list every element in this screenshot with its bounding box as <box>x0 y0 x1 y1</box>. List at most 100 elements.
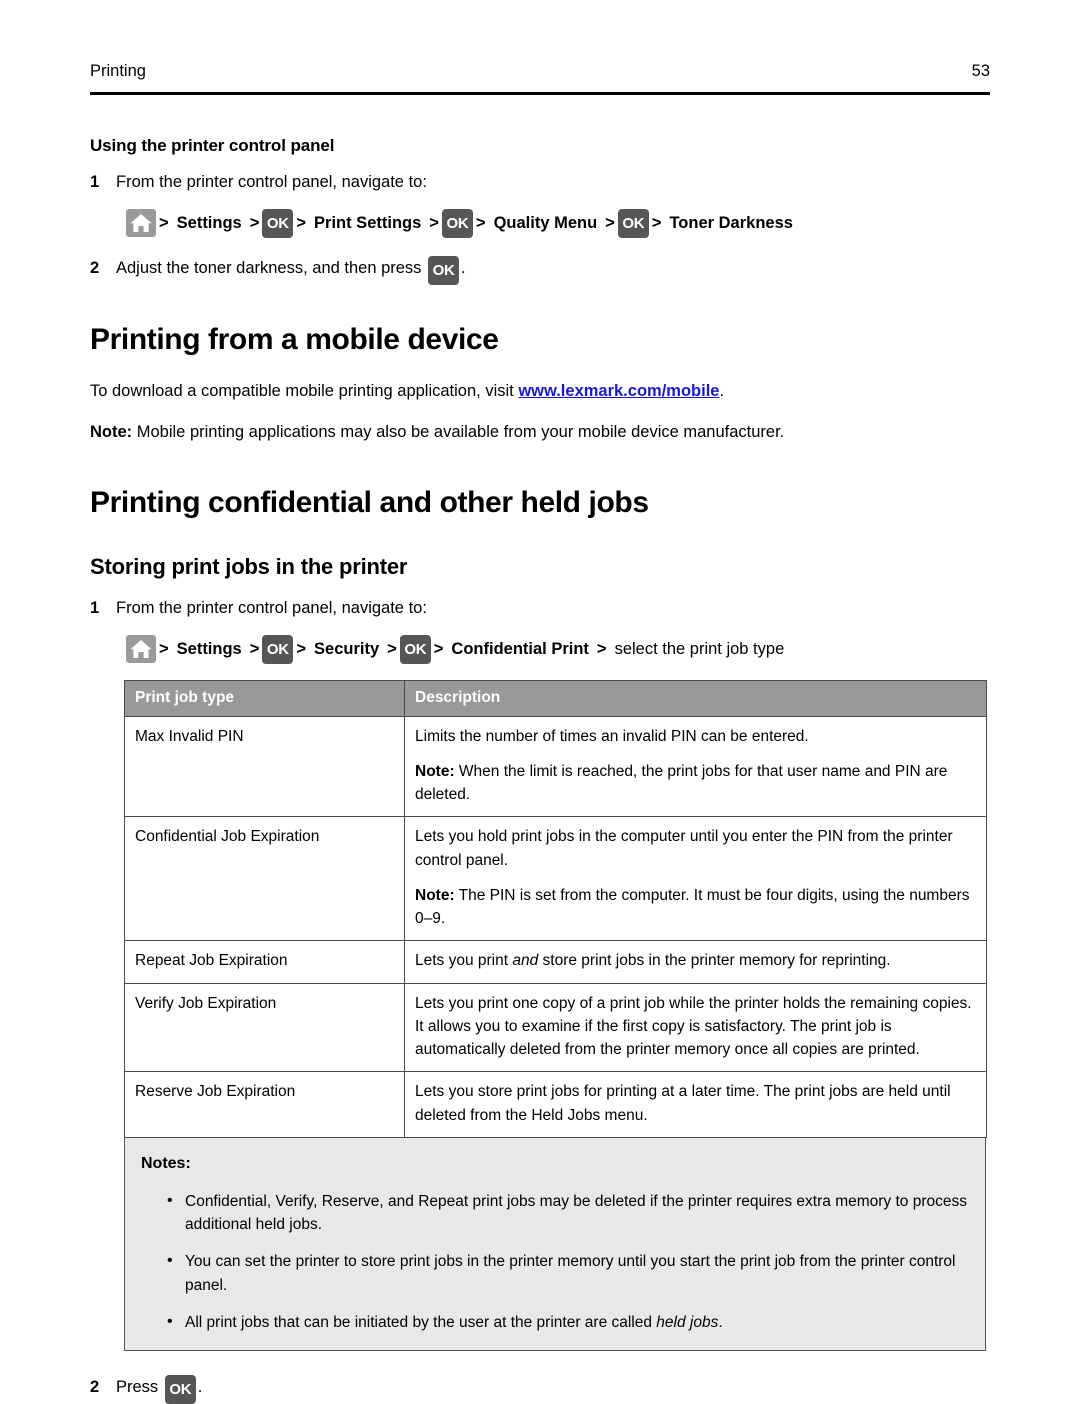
step-text: From the printer control panel, navigate… <box>116 173 427 191</box>
ok-icon[interactable]: OK <box>428 255 460 285</box>
notes-box: Notes: Confidential, Verify, Reserve, an… <box>124 1137 986 1352</box>
crumb-toner-darkness[interactable]: Toner Darkness <box>664 214 798 233</box>
ok-icon[interactable]: OK <box>262 634 294 664</box>
crumb-confidential-print[interactable]: Confidential Print <box>446 640 594 659</box>
ok-icon[interactable]: OK <box>441 208 473 238</box>
table-row: Verify Job Expiration Lets you print one… <box>124 982 987 1073</box>
column-header-print-job-type: Print job type <box>124 679 405 717</box>
list-item: Confidential, Verify, Reserve, and Repea… <box>167 1189 969 1237</box>
table-row: Confidential Job Expiration Lets you hol… <box>124 816 987 942</box>
print-job-type-table: Print job type Description Max Invalid P… <box>124 679 987 1138</box>
cell-job-type: Reserve Job Expiration <box>124 1071 405 1138</box>
description-note: Note: The PIN is set from the computer. … <box>415 884 976 931</box>
description-paragraph: Lets you hold print jobs in the computer… <box>415 828 953 869</box>
cell-description: Lets you print and store print jobs in t… <box>404 940 987 984</box>
page-content: Using the printer control panel 1 From t… <box>90 118 990 1404</box>
ok-icon[interactable]: OK <box>164 1375 196 1404</box>
step-1-control-panel: 1 From the printer control panel, naviga… <box>90 170 990 195</box>
path-separator: > <box>249 639 260 658</box>
crumb-print-settings[interactable]: Print Settings <box>309 214 426 233</box>
note-text-pre: All print jobs that can be initiated by … <box>185 1313 657 1331</box>
step-text: From the printer control panel, navigate… <box>116 598 427 617</box>
description-paragraph: Limits the number of times an invalid PI… <box>415 727 809 745</box>
step-text-before: Adjust the toner darkness, and then pres… <box>116 258 422 277</box>
note-text: Mobile printing applications may also be… <box>132 423 785 442</box>
description-paragraph: Lets you print and store print jobs in t… <box>415 949 976 972</box>
page-number: 53 <box>971 62 990 80</box>
mobile-note-paragraph: Note: Mobile printing applications may a… <box>90 420 990 446</box>
crumb-settings[interactable]: Settings <box>172 214 247 233</box>
ok-icon[interactable]: OK <box>262 208 294 238</box>
table-row: Max Invalid PIN Limits the number of tim… <box>124 715 987 818</box>
path-separator: > <box>387 639 397 658</box>
description-note: Note: When the limit is reached, the pri… <box>415 760 976 807</box>
cell-description: Lets you print one copy of a print job w… <box>404 982 987 1073</box>
cell-job-type: Confidential Job Expiration <box>124 816 405 942</box>
step-2-storing-jobs: 2 Press OK. <box>90 1373 990 1404</box>
crumb-settings[interactable]: Settings <box>172 640 247 659</box>
step-number: 1 <box>90 598 100 617</box>
step-2-control-panel: 2 Adjust the toner darkness, and then pr… <box>90 254 990 285</box>
running-title: Printing <box>90 62 146 80</box>
heading-printing-confidential: Printing confidential and other held job… <box>90 485 649 519</box>
note-text: The PIN is set from the computer. It mus… <box>415 886 970 928</box>
path-separator: > <box>651 213 662 232</box>
path-separator: > <box>475 213 486 232</box>
description-paragraph: Lets you print one copy of a print job w… <box>415 994 972 1059</box>
navigation-path-confidential-print: > Settings > OK > Security > OK > Confid… <box>126 634 990 664</box>
path-separator: > <box>249 213 260 232</box>
ok-icon[interactable]: OK <box>617 208 649 238</box>
notes-title: Notes: <box>141 1154 191 1172</box>
path-separator: > <box>605 213 615 232</box>
ok-icon[interactable]: OK <box>399 634 431 664</box>
heading-using-control-panel: Using the printer control panel <box>90 136 335 155</box>
table-row: Reserve Job Expiration Lets you store pr… <box>124 1071 987 1138</box>
cell-description: Lets you store print jobs for printing a… <box>404 1071 987 1138</box>
description-paragraph: Lets you store print jobs for printing a… <box>415 1083 951 1124</box>
mobile-download-paragraph: To download a compatible mobile printing… <box>90 379 990 405</box>
lexmark-mobile-link[interactable]: www.lexmark.com/mobile <box>518 382 719 400</box>
list-item: All print jobs that can be initiated by … <box>167 1310 969 1334</box>
document-page: Printing 53 Using the printer control pa… <box>0 0 1080 1404</box>
path-separator: > <box>159 639 169 658</box>
cell-description: Limits the number of times an invalid PI… <box>404 715 987 818</box>
heading-printing-mobile-device: Printing from a mobile device <box>90 322 499 356</box>
step-number: 2 <box>90 1377 100 1396</box>
cell-job-type: Max Invalid PIN <box>124 715 405 818</box>
page-header: Printing 53 <box>90 62 990 82</box>
list-item: You can set the printer to store print j… <box>167 1249 969 1297</box>
heading-storing-print-jobs: Storing print jobs in the printer <box>90 553 408 579</box>
step-text-after: . <box>197 1377 203 1396</box>
description-text-post: store print jobs in the printer memory f… <box>538 952 891 970</box>
path-separator: > <box>596 639 607 658</box>
note-label: Note: <box>415 762 455 780</box>
step-number: 1 <box>90 173 100 191</box>
home-icon[interactable] <box>126 635 156 664</box>
notes-list: Confidential, Verify, Reserve, and Repea… <box>141 1189 969 1334</box>
cell-job-type: Repeat Job Expiration <box>124 940 405 984</box>
path-separator: > <box>159 213 169 232</box>
description-emphasis: and <box>512 952 539 970</box>
step-text-before: Press <box>116 1377 159 1396</box>
note-emphasis: held jobs <box>656 1313 719 1331</box>
path-separator: > <box>429 213 439 232</box>
paragraph-text-after-link: . <box>719 381 725 400</box>
crumb-select-job-type[interactable]: select the print job type <box>610 640 790 659</box>
step-text-after: . <box>461 258 466 277</box>
cell-job-type: Verify Job Expiration <box>124 982 405 1073</box>
table-header-row: Print job type Description <box>124 679 987 717</box>
crumb-quality-menu[interactable]: Quality Menu <box>489 214 603 233</box>
home-icon[interactable] <box>126 209 156 238</box>
paragraph-text-before-link: To download a compatible mobile printing… <box>90 381 519 400</box>
description-text-pre: Lets you print <box>415 952 513 970</box>
step-text: Adjust the toner darkness, and then pres… <box>116 254 990 285</box>
path-separator: > <box>296 639 307 658</box>
step-1-storing-jobs: 1 From the printer control panel, naviga… <box>90 596 990 621</box>
cell-description: Lets you hold print jobs in the computer… <box>404 816 987 942</box>
path-separator: > <box>296 213 307 232</box>
crumb-security[interactable]: Security <box>309 640 384 659</box>
note-text: When the limit is reached, the print job… <box>415 762 948 804</box>
header-divider <box>90 92 990 95</box>
note-label: Note: <box>90 423 133 442</box>
path-separator: > <box>433 639 444 658</box>
